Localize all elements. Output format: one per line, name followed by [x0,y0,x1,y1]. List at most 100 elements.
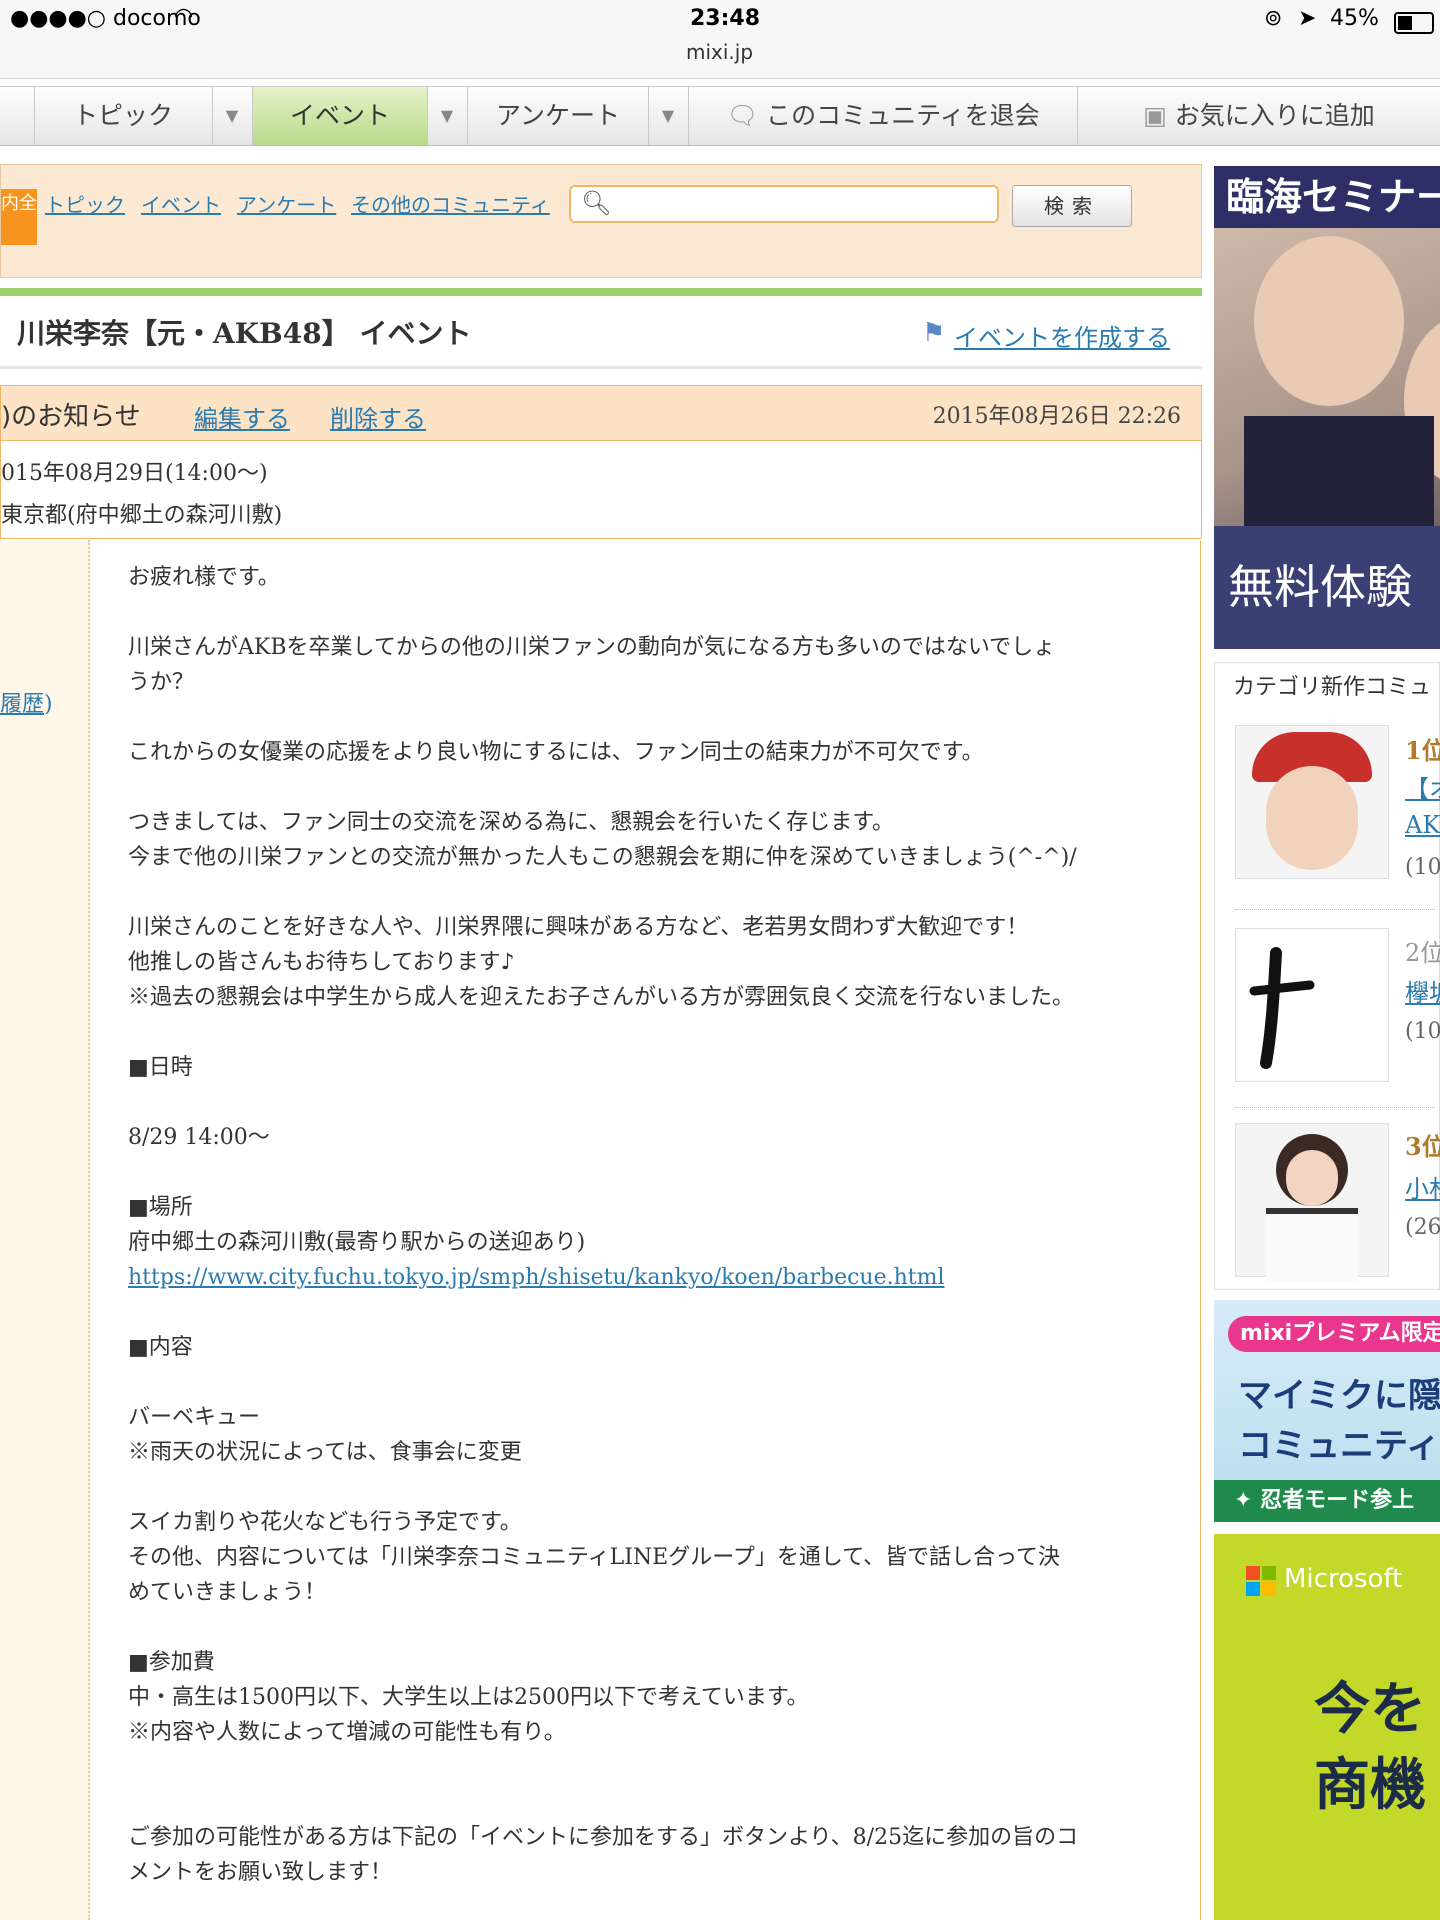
tab-topic-dropdown-icon[interactable]: ▼ [212,87,253,145]
body-line: お疲れ様です。 [128,565,280,590]
body-line: 今まで他の川栄ファンとの交流が無かった人もこの懇親会を期に仲を深めていきましょう… [128,845,1077,870]
body-line: ※内容や人数によって増減の可能性も有り。 [128,1720,566,1745]
history-link-label[interactable]: 履歴 [0,692,44,717]
notice-label: )のお知らせ [1,402,141,432]
ad-microsoft-line2: 商機 [1314,1753,1426,1818]
event-meta: 015年08月29日(14:00〜) 東京都(府中郷土の森河川敷) [0,441,1202,539]
body-line: バーベキュー [128,1405,261,1430]
body-line: つきましては、ファン同士の交流を深める為に、懇親会を行いたく存じます。 [128,810,895,835]
rank-1-count: (10 [1405,855,1440,880]
body-line: 8/29 14:00〜 [128,1125,270,1150]
venue-url-link[interactable]: https://www.city.fuchu.tokyo.jp/smph/shi… [128,1265,945,1290]
rank-separator [1235,1107,1435,1108]
tab-event[interactable]: イベント [253,87,428,145]
search-link-event[interactable]: イベント [141,189,221,218]
ad-seminar-title: 臨海セミナー [1214,166,1440,228]
body-line [128,1015,1168,1050]
tab-event-dropdown-icon[interactable]: ▼ [427,87,468,145]
search-link-topic[interactable]: トピック [45,189,125,218]
edit-link[interactable]: 編集する [194,399,290,434]
delete-link[interactable]: 削除する [330,399,426,434]
tab-survey[interactable]: アンケート [468,87,649,145]
rank-3-thumbnail[interactable] [1235,1123,1389,1282]
search-scope-badge[interactable]: 内全 [1,189,37,245]
body-line [128,875,1168,910]
body-line [128,1610,1168,1645]
tab-survey-dropdown-icon[interactable]: ▼ [648,87,689,145]
leave-community-button[interactable]: 🗨 このコミュニティを退会 [689,87,1078,145]
body-line [128,1470,1168,1505]
page-title: 川栄李奈【元・AKB48】 イベント [17,317,472,350]
outfit-shape [1266,1208,1358,1282]
rank-1-thumbnail[interactable] [1235,725,1389,879]
search-link-survey[interactable]: アンケート [237,189,336,218]
tab-topic[interactable]: トピック [34,87,213,145]
ad-premium-pill: mixiプレミアム限定 [1228,1316,1440,1352]
clock: 23:48 [690,6,761,31]
ad-seminar-caption: 無料体験 [1214,526,1440,649]
rank-1-link[interactable]: 【オ [1405,769,1440,804]
search-input[interactable]: 🔍︎ [569,185,999,223]
microsoft-brand: Microsoft [1284,1564,1403,1594]
body-line [128,1750,1168,1785]
body-line: ご参加の可能性がある方は下記の「イベントに参加をする」ボタンより、8/25迄に参… [128,1825,1079,1850]
speech-bubble-icon: 🗨 [726,101,759,130]
body-line: その他、内容については「川栄李奈コミュニティLINEグループ」を通して、皆で話し… [128,1545,1061,1570]
body-line [128,1085,1168,1120]
body-line [128,1295,1168,1330]
search-icon: 🔍︎ [581,189,612,217]
ad-premium-strip: ✦ 忍者モード参上 [1214,1480,1440,1522]
body-line: 他推しの皆さんもお待ちしております♪ [128,950,515,975]
section-heading-fee: ■参加費 [128,1650,215,1675]
ad-premium-line2: コミュニティに参 [1238,1426,1440,1466]
rank-1-link-line2[interactable]: AK [1405,811,1440,839]
wifi-icon: ◠ [174,4,194,29]
event-place: 東京都(府中郷土の森河川敷) [1,503,283,528]
ad-premium-line1: マイミクに隠 [1238,1376,1440,1416]
ad-banner-mixi-premium[interactable]: mixiプレミアム限定 マイミクに隠 コミュニティに参 ✦ 忍者モード参上 [1214,1300,1440,1522]
author-column: 履歴) [0,540,90,1920]
page-title-bar: 川栄李奈【元・AKB48】 イベント ⚑ イベントを作成する [0,296,1202,369]
calligraphy-icon [1249,947,1315,1069]
add-favorite-label: お気に入りに追加 [1174,101,1375,130]
rank-2-link[interactable]: 欅坂 [1405,973,1440,1008]
flag-icon: ⚑ [922,318,946,348]
search-link-other-community[interactable]: その他のコミュニティ [351,189,550,218]
body-line: 中・高生は1500円以下、大学生以上は2500円以下で考えています。 [128,1685,809,1710]
leave-community-label: このコミュニティを退会 [766,101,1040,130]
community-tab-nav: トピック ▼ イベント ▼ アンケート ▼ 🗨 このコミュニティを退会 ▣ お気… [0,86,1440,146]
rank-1-number: 1位 [1405,736,1440,765]
ios-status-bar: ●●●●○ docomo ◠ 23:48 mixi.jp ⊚ ➤ 45% [0,0,1440,79]
section-heading-place: ■場所 [128,1195,193,1220]
rank-3-number: 3位 [1405,1132,1440,1161]
body-line: めていきましょう！ [128,1580,327,1605]
body-line: ※過去の懇親会は中学生から成人を迎えたお子さんがいる方が雰囲気良く交流を行ないま… [128,985,1075,1010]
body-line [128,770,1168,805]
category-title: カテゴリ新作コミュ [1233,675,1432,700]
location-icon: ➤ [1298,6,1317,31]
body-line [128,1365,1168,1400]
ad-banner-seminar[interactable]: 臨海セミナー 無料体験 [1214,166,1440,649]
ad-banner-microsoft[interactable]: Microsoft 今を 商機 [1214,1534,1440,1920]
event-notice-header: )のお知らせ 編集する 削除する 2015年08月26日 22:26 [0,385,1202,441]
rank-2-number: 2位 [1405,939,1440,967]
body-line: ※雨天の状況によっては、食事会に変更 [128,1440,522,1465]
create-event-link[interactable]: イベントを作成する [954,318,1170,353]
search-button[interactable]: 検索 [1012,185,1132,227]
add-favorite-button[interactable]: ▣ お気に入りに追加 [1078,87,1440,145]
folder-icon: ▣ [1143,101,1167,130]
title-accent-line [0,288,1202,296]
body-line: 府中郷土の森河川敷(最寄り駅からの送迎あり) [128,1230,586,1255]
face-shape [1286,1150,1338,1206]
battery-percent: 45% [1330,6,1379,31]
battery-icon [1394,12,1434,34]
rank-2-thumbnail[interactable] [1235,928,1389,1082]
body-line: メントをお願い致します！ [128,1860,393,1885]
body-line: 川栄さんのことを好きな人や、川栄界隈に興味がある方など、老若男女問わず大歓迎です… [128,915,1029,940]
rank-3-link[interactable]: 小林 [1405,1169,1440,1204]
url-display[interactable]: mixi.jp [686,40,753,64]
body-line [128,1155,1168,1190]
ad-photo-uniform [1244,416,1434,536]
history-link[interactable]: 履歴) [0,686,53,718]
body-line [128,595,1168,630]
